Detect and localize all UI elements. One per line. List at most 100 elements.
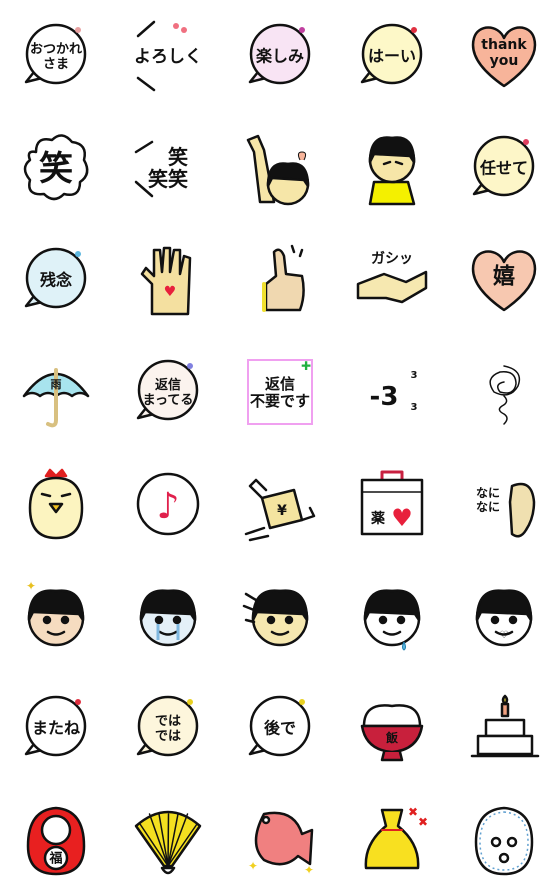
emoji-sticker[interactable] xyxy=(112,784,224,896)
emoji-sticker[interactable]: ✖ ✖ xyxy=(336,784,448,896)
emoji-sticker[interactable] xyxy=(224,224,336,336)
sticker-heart-icon: 嬉 xyxy=(471,250,537,312)
emoji-sticker[interactable] xyxy=(448,672,560,784)
raised-hand-heart-icon: ♥ xyxy=(140,246,192,316)
sigh-icon: -3 3 3 xyxy=(370,370,418,413)
umbrella-icon: 雨 xyxy=(22,368,90,428)
emoji-sticker[interactable]: 福 xyxy=(0,784,112,896)
sticker-text: -3 xyxy=(370,382,399,412)
svg-text:✖: ✖ xyxy=(408,805,418,819)
sticker-text: さま xyxy=(43,57,69,72)
svg-text:✦: ✦ xyxy=(304,863,314,877)
emoji-sticker[interactable]: ♡ xyxy=(448,560,560,672)
emoji-sticker[interactable] xyxy=(336,112,448,224)
thumbs-up-icon xyxy=(262,244,305,312)
sticker-text: はーい xyxy=(368,47,416,66)
emoji-sticker[interactable] xyxy=(448,784,560,896)
sticker-bubble-icon: はーい xyxy=(360,23,423,85)
emoji-sticker[interactable]: ♪ xyxy=(112,448,224,560)
scribble-icon xyxy=(489,365,521,425)
sticker-text: 笑笑 xyxy=(148,167,188,191)
emoji-sticker[interactable]: 返信 まってる xyxy=(112,336,224,448)
rice-bowl-icon: 飯 xyxy=(360,704,424,762)
sticker-bubble-icon: 任せて xyxy=(472,135,535,197)
sticker-bubble-icon: 返信まってる xyxy=(136,359,199,421)
emoji-sticker[interactable]: では では xyxy=(112,672,224,784)
girl-sweat-icon xyxy=(363,589,421,651)
music-note-icon: ♪ xyxy=(136,472,200,536)
sticker-plain-icon: よろしく xyxy=(134,20,202,92)
daruma-icon: 福 xyxy=(26,806,86,876)
sticker-text: 笑 xyxy=(39,149,73,189)
birthday-cake-icon xyxy=(470,694,540,758)
sticker-text: なに xyxy=(476,500,500,514)
emoji-sticker[interactable]: ♥ xyxy=(112,224,224,336)
emoji-sticker[interactable] xyxy=(336,560,448,672)
emoji-sticker[interactable]: 後で xyxy=(224,672,336,784)
emoji-sticker[interactable]: -3 3 3 xyxy=(336,336,448,448)
lucky-bag-icon: ✖✖ xyxy=(364,805,428,870)
sticker-text: よろしく xyxy=(134,47,202,67)
emoji-sticker[interactable]: ガシッ xyxy=(336,224,448,336)
sticker-text: 福 xyxy=(48,851,62,867)
emoji-sticker[interactable]: 笑笑笑 xyxy=(112,112,224,224)
sticker-bubble-icon: 楽しみ xyxy=(248,23,311,85)
emoji-sticker[interactable] xyxy=(224,112,336,224)
emoji-sticker[interactable]: thank you xyxy=(448,0,560,112)
emoji-sticker[interactable]: 飯 xyxy=(336,672,448,784)
emoji-grid: おつかれ さま よろしく 楽しみ はーい thank you 笑 笑笑笑 任せて 残念 ♥ ガシッ嬉雨… xyxy=(0,0,560,896)
sticker-text: 不要です xyxy=(250,392,310,410)
sticker-text: なに xyxy=(476,486,500,500)
emoji-sticker[interactable]: 嬉 xyxy=(448,224,560,336)
emoji-sticker[interactable]: ✦ ✦ xyxy=(224,784,336,896)
emoji-sticker[interactable]: 薬 ♥ xyxy=(336,448,448,560)
emoji-sticker[interactable] xyxy=(448,336,560,448)
emoji-sticker[interactable] xyxy=(224,560,336,672)
sticker-square-icon: ✚ 返信不要です xyxy=(247,359,313,425)
svg-text:✦: ✦ xyxy=(248,859,258,873)
sea-bream-icon: ✦ ✦ xyxy=(248,811,314,877)
emoji-sticker[interactable]: ✦ xyxy=(0,560,112,672)
sticker-text: 飯 xyxy=(385,730,398,745)
sticker-text: 笑 xyxy=(148,145,188,169)
girl-waving-icon xyxy=(246,134,310,206)
sticker-text: 嬉 xyxy=(493,264,515,290)
emoji-sticker[interactable]: よろしく xyxy=(112,0,224,112)
sticker-text: 後で xyxy=(264,719,296,738)
hooded-face-icon xyxy=(474,806,534,876)
emoji-sticker[interactable]: ✚ 返信 不要です xyxy=(224,336,336,448)
emoji-sticker[interactable]: 雨 xyxy=(0,336,112,448)
sticker-text: 任せて xyxy=(479,159,528,178)
svg-text:✖: ✖ xyxy=(418,815,428,829)
emoji-sticker[interactable]: 笑 xyxy=(0,112,112,224)
emoji-sticker[interactable]: おつかれ さま xyxy=(0,0,112,112)
emoji-sticker[interactable] xyxy=(0,448,112,560)
sticker-text: 返信 xyxy=(265,375,295,393)
chick-icon xyxy=(28,468,84,540)
sticker-text: またね xyxy=(32,719,80,738)
ear-icon: なになに xyxy=(476,482,536,538)
folding-fan-icon xyxy=(134,810,202,875)
emoji-sticker[interactable]: 任せて xyxy=(448,112,560,224)
sticker-text: ¥ xyxy=(277,503,287,519)
sticker-text: ガシッ xyxy=(371,251,413,267)
emoji-sticker[interactable]: またね xyxy=(0,672,112,784)
emoji-sticker[interactable]: なに なに xyxy=(448,448,560,560)
emoji-sticker[interactable]: 楽しみ xyxy=(224,0,336,112)
girl-crying-icon xyxy=(139,589,197,647)
sticker-bubble-icon: ではでは xyxy=(136,695,199,757)
sticker-text: thank xyxy=(481,37,527,53)
svg-text:♥: ♥ xyxy=(164,284,177,300)
emoji-sticker[interactable]: はーい xyxy=(336,0,448,112)
emoji-sticker[interactable]: ¥ xyxy=(224,448,336,560)
svg-text:♥: ♥ xyxy=(391,504,413,532)
girl-love-icon: ♡ xyxy=(475,589,533,647)
emoji-sticker[interactable]: 残念 xyxy=(0,224,112,336)
svg-text:3: 3 xyxy=(411,370,418,381)
sticker-cloud-icon: 笑 xyxy=(23,134,89,201)
sticker-bubble-icon: おつかれさま xyxy=(24,23,87,85)
emoji-sticker[interactable] xyxy=(112,560,224,672)
medicine-box-icon: 薬 ♥ xyxy=(360,470,424,536)
sticker-text: 楽しみ xyxy=(255,47,304,66)
flying-money-icon: ¥ xyxy=(244,478,316,542)
